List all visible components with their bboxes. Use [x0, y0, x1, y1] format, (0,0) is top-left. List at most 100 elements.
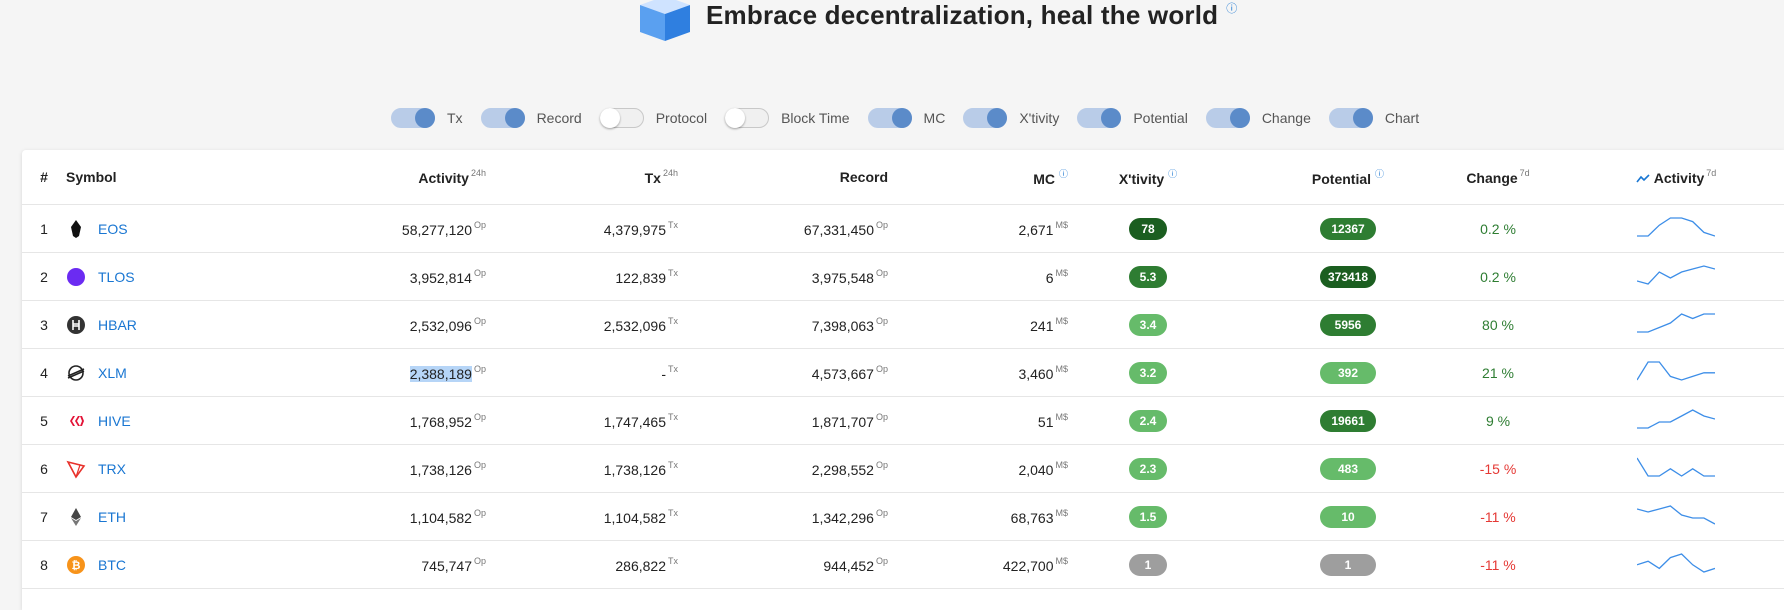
- table-row[interactable]: 7 ETH 1,104,582 Op 1,104,582 Tx 1,342,296 Op 68,…: [22, 492, 1784, 541]
- chart-cell[interactable]: [1568, 300, 1784, 349]
- symbol-link[interactable]: EOS: [98, 221, 128, 237]
- xlm-coin-icon: [67, 364, 85, 381]
- symbol-cell[interactable]: ₿ BTC: [66, 540, 214, 589]
- toggle-switch[interactable]: [725, 108, 770, 128]
- eth-coin-icon: [71, 507, 81, 526]
- chart-cell[interactable]: [1568, 540, 1784, 589]
- record-cell: 4,573,667 Op: [678, 348, 888, 397]
- toggle-switch[interactable]: [1205, 108, 1250, 128]
- potential-badge: 12367: [1320, 217, 1376, 240]
- col-symbol[interactable]: Symbol: [66, 150, 214, 205]
- activity-cell: 745,747 Op: [214, 540, 486, 589]
- col-record[interactable]: Record: [678, 150, 888, 205]
- symbol-link[interactable]: XLM: [98, 365, 127, 381]
- table-row[interactable]: 6 TRX 1,738,126 Op 1,738,126 Tx 2,298,552 Op 2,0…: [22, 444, 1784, 493]
- tx-cell: 122,839 Tx: [486, 252, 678, 301]
- coin-table-card: # Symbol Activity 24h Tx 24h Record MC ⓘ X'…: [22, 150, 1784, 610]
- table-row[interactable]: 5 HIVE 1,768,952 Op 1,747,465 Tx 1,871,707 Op 51…: [22, 396, 1784, 445]
- eos-coin-icon: [71, 219, 81, 238]
- chart-cell[interactable]: [1568, 348, 1784, 397]
- activity-cell: 1,104,582 Op: [214, 492, 486, 541]
- rank-cell: 3: [22, 300, 66, 349]
- toggle-potential[interactable]: Potential: [1077, 108, 1188, 128]
- toggle-change[interactable]: Change: [1205, 108, 1311, 128]
- xtivity-badge: 2.4: [1129, 409, 1167, 432]
- toggle-switch[interactable]: [480, 108, 525, 128]
- xtivity-cell: 3.2: [1068, 348, 1228, 397]
- symbol-cell[interactable]: EOS: [66, 204, 214, 253]
- toggle-knob: [1101, 108, 1122, 128]
- col-tx[interactable]: Tx 24h: [486, 150, 678, 205]
- coin-table: # Symbol Activity 24h Tx 24h Record MC ⓘ X'…: [22, 150, 1784, 589]
- symbol-link[interactable]: HBAR: [98, 317, 137, 333]
- symbol-link[interactable]: ETH: [98, 509, 126, 525]
- xtivity-cell: 2.3: [1068, 444, 1228, 493]
- col-potential[interactable]: Potential ⓘ: [1228, 150, 1428, 205]
- toggle-label: Chart: [1384, 110, 1420, 126]
- table-row[interactable]: 4 XLM 2,388,189 Op - Tx 4,573,667 Op 3,460 M$ 3.2 3…: [22, 348, 1784, 397]
- record-cell: 3,975,548 Op: [678, 252, 888, 301]
- info-icon[interactable]: ⓘ: [1226, 0, 1237, 16]
- table-row[interactable]: 8 ₿ BTC 745,747 Op 286,822 Tx 944,452 Op 422,700 M…: [22, 540, 1784, 589]
- trx-coin-icon: [66, 460, 86, 479]
- xtivity-badge: 3.2: [1129, 361, 1167, 384]
- col-chart[interactable]: Activity 7d: [1568, 150, 1784, 205]
- toggle-label: X'tivity: [1019, 110, 1060, 126]
- symbol-link[interactable]: HIVE: [98, 413, 131, 429]
- toggle-chart[interactable]: Chart: [1328, 108, 1420, 128]
- potential-badge: 483: [1320, 457, 1376, 480]
- table-row[interactable]: 3 HBAR 2,532,096 Op 2,532,096 Tx 7,398,063 Op 24…: [22, 300, 1784, 349]
- symbol-cell[interactable]: XLM: [66, 348, 214, 397]
- symbol-cell[interactable]: TRX: [66, 444, 214, 493]
- potential-cell: 10: [1228, 492, 1428, 541]
- info-icon[interactable]: ⓘ: [1168, 169, 1177, 179]
- toggle-tx[interactable]: Tx: [391, 108, 463, 128]
- toggle-switch[interactable]: [963, 108, 1008, 128]
- page-header: Embrace decentralization, heal the world…: [640, 0, 1237, 48]
- col-activity[interactable]: Activity 24h: [214, 150, 486, 205]
- chart-cell[interactable]: [1568, 204, 1784, 253]
- symbol-link[interactable]: TRX: [98, 461, 126, 477]
- symbol-cell[interactable]: TLOS: [66, 252, 214, 301]
- toggle-label: Block Time: [781, 110, 850, 126]
- change-cell: -15 %: [1428, 444, 1568, 493]
- activity-sparkline: [1637, 361, 1715, 381]
- symbol-cell[interactable]: HBAR: [66, 300, 214, 349]
- col-mc[interactable]: MC ⓘ: [888, 150, 1068, 205]
- col-xtivity[interactable]: X'tivity ⓘ: [1068, 150, 1228, 205]
- chart-cell[interactable]: [1568, 252, 1784, 301]
- chart-cell[interactable]: [1568, 492, 1784, 541]
- activity-sparkline: [1637, 505, 1715, 525]
- toggle-protocol[interactable]: Protocol: [599, 108, 707, 128]
- toggle-switch[interactable]: [1328, 108, 1373, 128]
- change-cell: 0.2 %: [1428, 204, 1568, 253]
- hbar-coin-icon: [67, 315, 85, 334]
- mc-cell: 6 M$: [888, 252, 1068, 301]
- toggle-switch[interactable]: [1077, 108, 1122, 128]
- col-change[interactable]: Change 7d: [1428, 150, 1568, 205]
- symbol-cell[interactable]: HIVE: [66, 396, 214, 445]
- symbol-link[interactable]: BTC: [98, 557, 126, 573]
- toggle-x-tivity[interactable]: X'tivity: [963, 108, 1059, 128]
- toggle-record[interactable]: Record: [480, 108, 582, 128]
- record-cell: 1,871,707 Op: [678, 396, 888, 445]
- chart-line-icon: [1636, 174, 1650, 183]
- toggle-switch[interactable]: [599, 108, 644, 128]
- info-icon[interactable]: ⓘ: [1375, 169, 1384, 179]
- xtivity-badge: 1: [1129, 553, 1167, 576]
- change-cell: 21 %: [1428, 348, 1568, 397]
- toggle-switch[interactable]: [867, 108, 912, 128]
- toggle-block-time[interactable]: Block Time: [725, 108, 850, 128]
- chart-cell[interactable]: [1568, 444, 1784, 493]
- toggle-switch[interactable]: [391, 108, 435, 128]
- table-row[interactable]: 2 TLOS 3,952,814 Op 122,839 Tx 3,975,548 Op 6 M$ 5…: [22, 252, 1784, 301]
- info-icon[interactable]: ⓘ: [1059, 169, 1068, 179]
- symbol-link[interactable]: TLOS: [98, 269, 135, 285]
- potential-badge: 10: [1320, 505, 1376, 528]
- activity-cell: 3,952,814 Op: [214, 252, 486, 301]
- symbol-cell[interactable]: ETH: [66, 492, 214, 541]
- chart-cell[interactable]: [1568, 396, 1784, 445]
- toggle-label: MC: [923, 110, 946, 126]
- toggle-mc[interactable]: MC: [867, 108, 946, 128]
- table-row[interactable]: 1 EOS 58,277,120 Op 4,379,975 Tx 67,331,450 Op 2…: [22, 204, 1784, 253]
